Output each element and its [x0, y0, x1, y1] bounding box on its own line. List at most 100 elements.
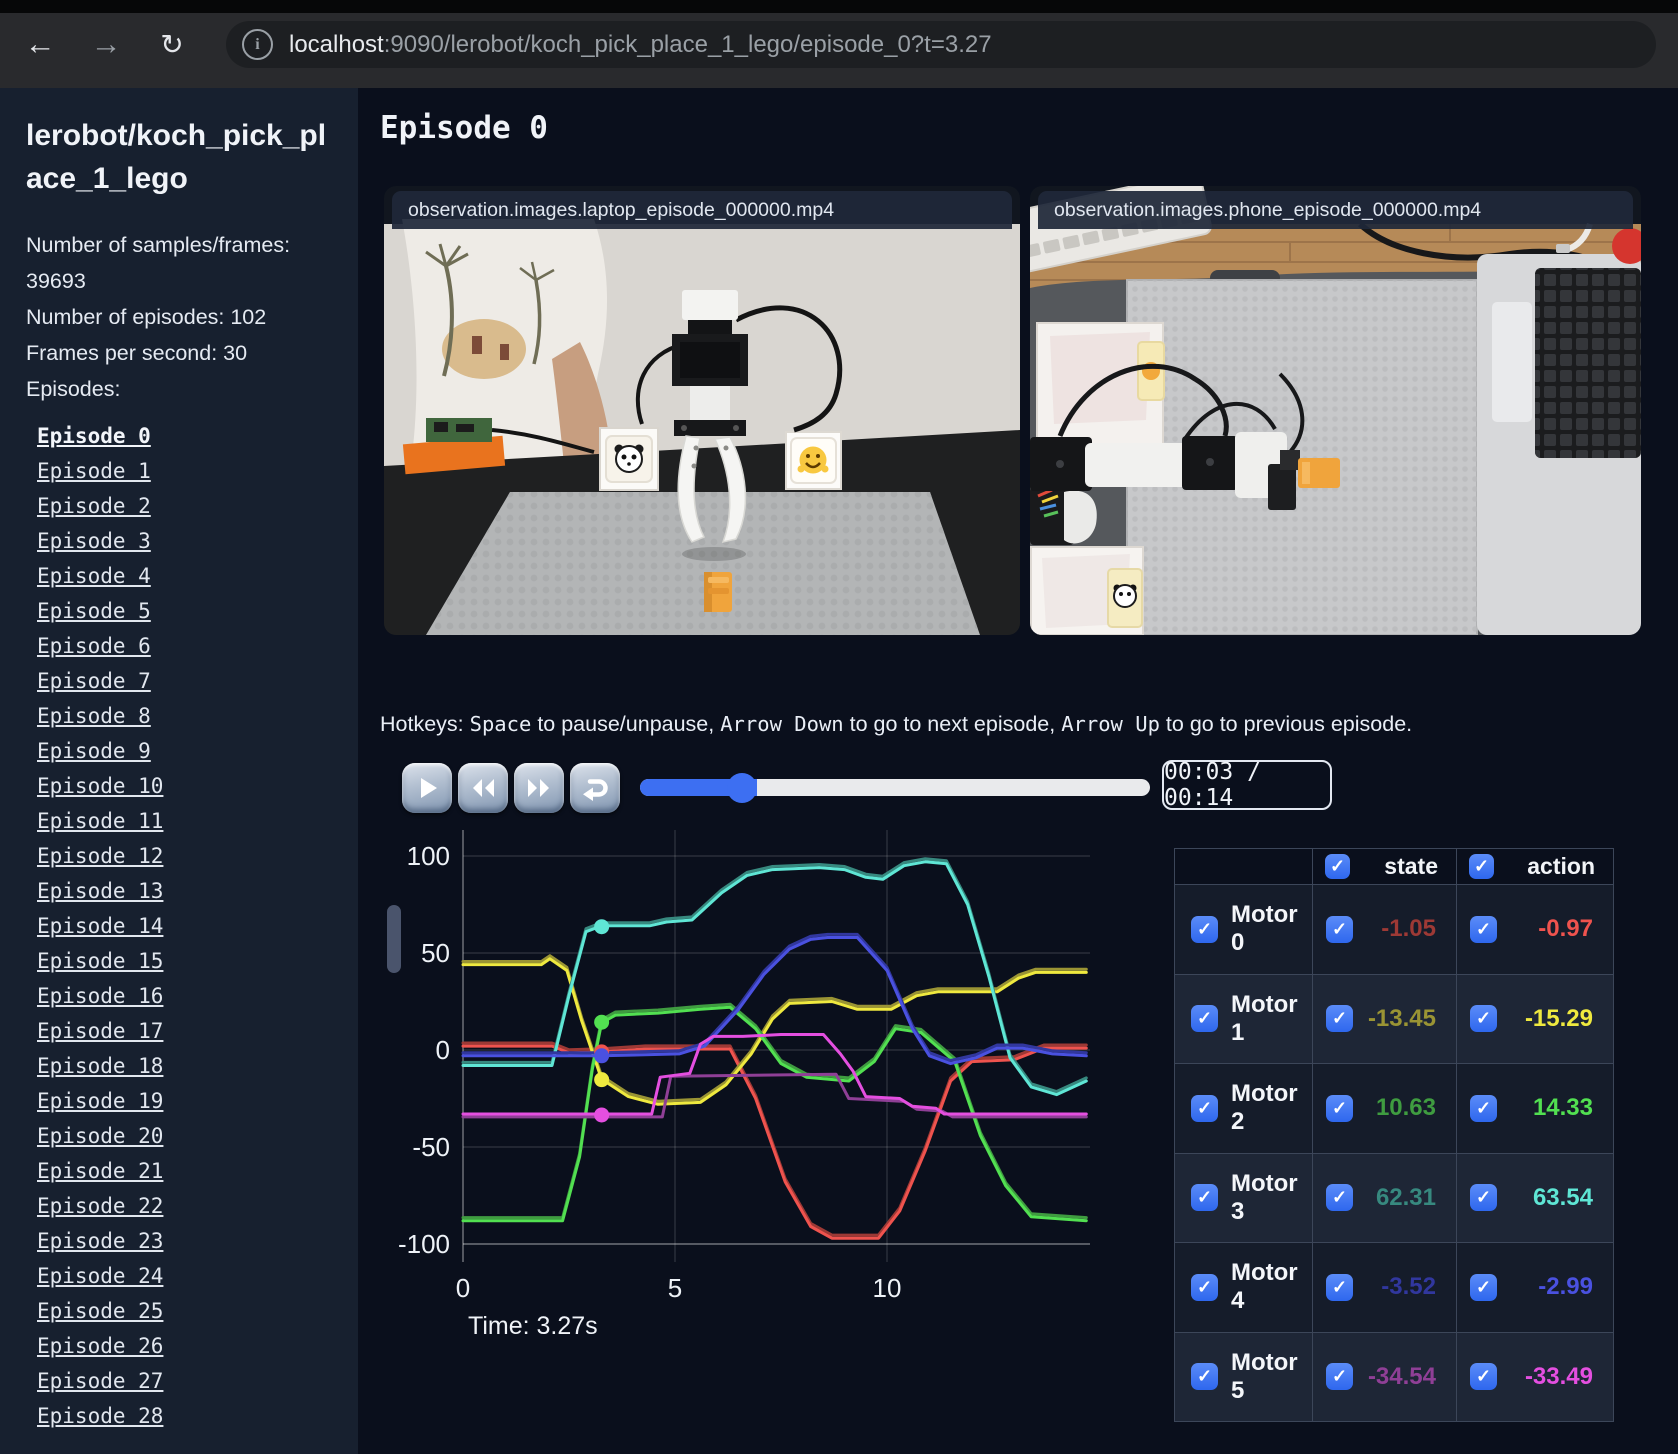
motor-action-checkbox[interactable]: ✓ [1470, 1363, 1497, 1391]
motor-chart[interactable]: 100500-50-1000 5 10Time: 3.27s [388, 800, 1094, 1348]
episode-list-item: Episode 10 [37, 769, 358, 804]
sidebar-episode-link[interactable]: Episode 20 [37, 1124, 163, 1148]
sidebar-episode-link[interactable]: Episode 27 [37, 1369, 163, 1393]
sidebar-episode-link[interactable]: Episode 4 [37, 564, 151, 588]
motor-action-checkbox[interactable]: ✓ [1470, 1005, 1497, 1033]
hotkey-arrow-down: Arrow Down [720, 712, 844, 736]
motor-checkbox[interactable]: ✓ [1191, 1363, 1218, 1391]
sidebar-episode-link[interactable]: Episode 1 [37, 459, 151, 483]
hotkey-arrow-up: Arrow Up [1061, 712, 1160, 736]
sidebar-episode-link[interactable]: Episode 23 [37, 1229, 163, 1253]
motor-state-cell: ✓ -13.45 [1312, 973, 1456, 1063]
sidebar: lerobot/koch_pick_place_1_lego Number of… [0, 88, 358, 1454]
episode-list-item: Episode 18 [37, 1049, 358, 1084]
browser-back-icon[interactable]: ← [18, 22, 62, 66]
seek-slider[interactable] [640, 779, 1150, 796]
episode-list-item: Episode 27 [37, 1364, 358, 1399]
seek-slider-thumb[interactable] [727, 772, 757, 803]
dataset-title: lerobot/koch_pick_place_1_lego [26, 119, 327, 195]
episode-list-item: Episode 1 [37, 454, 358, 489]
motor-table-row: ✓ Motor 4 ✓ -3.52 ✓ -2.99 [1175, 1242, 1613, 1332]
site-info-icon[interactable]: i [242, 29, 273, 60]
motor-checkbox[interactable]: ✓ [1191, 1273, 1218, 1301]
motor-action-cell: ✓ -0.97 [1456, 884, 1613, 974]
sidebar-episode-link[interactable]: Episode 12 [37, 844, 163, 868]
motor-table-row: ✓ Motor 2 ✓ 10.63 ✓ 14.33 [1175, 1063, 1613, 1153]
motor-checkbox[interactable]: ✓ [1191, 1184, 1218, 1212]
motor-name-cell: ✓ Motor 4 [1175, 1242, 1312, 1332]
episodes-label: Episodes: [26, 377, 121, 401]
episode-list-item: Episode 14 [37, 909, 358, 944]
motor-action-checkbox[interactable]: ✓ [1470, 915, 1497, 943]
motor-state-checkbox[interactable]: ✓ [1326, 1005, 1353, 1033]
sidebar-episode-link[interactable]: Episode 3 [37, 529, 151, 553]
svg-text:Time: 3.27s: Time: 3.27s [468, 1312, 598, 1340]
state-column-checkbox[interactable]: ✓ [1325, 854, 1350, 879]
motor-table: ✓ state ✓ action ✓ Motor 0 ✓ -1.05 ✓ -0.97 ✓ Mo… [1174, 848, 1614, 1422]
sidebar-episode-link[interactable]: Episode 26 [37, 1334, 163, 1358]
motor-action-checkbox[interactable]: ✓ [1470, 1094, 1497, 1122]
motor-checkbox[interactable]: ✓ [1191, 1005, 1218, 1033]
motor-state-checkbox[interactable]: ✓ [1326, 1184, 1353, 1212]
browser-toolbar: ← → ↻ i localhost:9090/lerobot/koch_pick… [0, 0, 1678, 88]
sidebar-episode-link[interactable]: Episode 16 [37, 984, 163, 1008]
panda-box [599, 427, 659, 491]
sidebar-episode-link[interactable]: Episode 10 [37, 774, 163, 798]
sidebar-episode-link[interactable]: Episode 0 [37, 424, 151, 448]
motor-table-row: ✓ Motor 5 ✓ -34.54 ✓ -33.49 [1175, 1331, 1613, 1421]
sidebar-episode-link[interactable]: Episode 21 [37, 1159, 163, 1183]
motor-checkbox[interactable]: ✓ [1191, 915, 1218, 943]
motor-checkbox[interactable]: ✓ [1191, 1094, 1218, 1122]
motor-table-row: ✓ Motor 0 ✓ -1.05 ✓ -0.97 [1175, 884, 1613, 974]
episode-list-item: Episode 0 [37, 419, 358, 454]
motor-action-checkbox[interactable]: ✓ [1470, 1273, 1497, 1301]
motor-state-checkbox[interactable]: ✓ [1326, 1273, 1353, 1301]
episode-list-item: Episode 7 [37, 664, 358, 699]
svg-text:10: 10 [873, 1273, 902, 1303]
sidebar-episode-link[interactable]: Episode 8 [37, 704, 151, 728]
motor-state-value: 10.63 [1375, 1094, 1436, 1122]
url-text[interactable]: localhost:9090/lerobot/koch_pick_place_1… [289, 31, 992, 59]
motor-state-checkbox[interactable]: ✓ [1326, 1363, 1353, 1391]
motor-name: Motor 2 [1231, 1080, 1298, 1136]
rewind-icon [473, 779, 494, 797]
browser-reload-icon[interactable]: ↻ [150, 22, 194, 66]
sidebar-episode-link[interactable]: Episode 25 [37, 1299, 163, 1323]
motor-state-cell: ✓ 62.31 [1312, 1152, 1456, 1242]
sidebar-episode-link[interactable]: Episode 13 [37, 879, 163, 903]
motor-state-cell: ✓ -34.54 [1312, 1331, 1456, 1421]
sidebar-episode-link[interactable]: Episode 5 [37, 599, 151, 623]
address-bar[interactable]: i localhost:9090/lerobot/koch_pick_place… [226, 21, 1656, 68]
motor-action-checkbox[interactable]: ✓ [1470, 1184, 1497, 1212]
sidebar-episode-link[interactable]: Episode 9 [37, 739, 151, 763]
sidebar-episode-link[interactable]: Episode 7 [37, 669, 151, 693]
sidebar-episode-link[interactable]: Episode 6 [37, 634, 151, 658]
sidebar-episode-link[interactable]: Episode 28 [37, 1404, 163, 1428]
sidebar-episode-link[interactable]: Episode 18 [37, 1054, 163, 1078]
svg-text:0: 0 [436, 1035, 450, 1065]
dataset-stats: Number of samples/frames: 39693 Number o… [26, 227, 342, 407]
episode-list-item: Episode 13 [37, 874, 358, 909]
action-column-checkbox[interactable]: ✓ [1469, 854, 1494, 879]
sidebar-episode-link[interactable]: Episode 17 [37, 1019, 163, 1043]
sidebar-episode-link[interactable]: Episode 19 [37, 1089, 163, 1113]
video-panel-phone[interactable]: observation.images.phone_episode_000000.… [1030, 186, 1641, 635]
browser-forward-icon[interactable]: → [84, 22, 128, 66]
motor-action-value: -33.49 [1524, 1362, 1593, 1390]
sidebar-episode-link[interactable]: Episode 14 [37, 914, 163, 938]
video-panel-laptop[interactable]: observation.images.laptop_episode_000000… [384, 186, 1020, 635]
state-column-label: state [1384, 853, 1438, 879]
sidebar-episode-link[interactable]: Episode 24 [37, 1264, 163, 1288]
open-box-top [1036, 322, 1165, 454]
sidebar-episode-link[interactable]: Episode 22 [37, 1194, 163, 1218]
sidebar-episode-link[interactable]: Episode 15 [37, 949, 163, 973]
motor-state-checkbox[interactable]: ✓ [1326, 1094, 1353, 1122]
episode-list-item: Episode 22 [37, 1189, 358, 1224]
motor-state-checkbox[interactable]: ✓ [1326, 915, 1353, 943]
sidebar-episode-link[interactable]: Episode 11 [37, 809, 163, 833]
episode-list-item: Episode 23 [37, 1224, 358, 1259]
sidebar-episode-link[interactable]: Episode 2 [37, 494, 151, 518]
motor-name: Motor 1 [1231, 990, 1298, 1046]
motor-name: Motor 3 [1231, 1169, 1298, 1225]
motor-state-cell: ✓ -3.52 [1312, 1242, 1456, 1332]
